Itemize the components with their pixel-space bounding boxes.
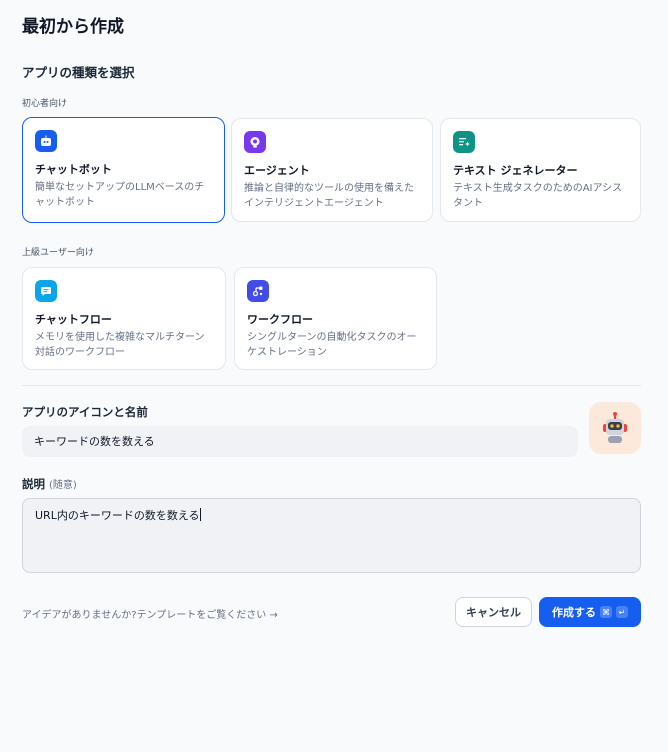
app-type-heading: アプリの種類を選択 [22, 65, 135, 80]
card-description: 簡単なセットアップのLLMベースのチャットボット [35, 182, 205, 208]
card-description: 推論と自律的なツールの使用を備えたインテリジェントエージェント [244, 183, 414, 209]
app-type-card-agent[interactable]: エージェント 推論と自律的なツールの使用を備えたインテリジェントエージェント [231, 118, 433, 222]
beginner-group-label: 初心者向け [22, 99, 68, 109]
card-title: テキスト ジェネレーター [453, 164, 578, 177]
app-name-label: アプリのアイコンと名前 [22, 405, 148, 419]
app-type-card-chatbot[interactable]: チャットボット 簡単なセットアップのLLMベースのチャットボット [22, 117, 225, 223]
cancel-button[interactable]: キャンセル [455, 597, 532, 627]
robot-icon [603, 412, 627, 443]
app-type-card-chatflow[interactable]: チャットフロー メモリを使用した複雑なマルチターン対話のワークフロー [22, 267, 226, 370]
agent-icon [244, 131, 266, 153]
workflow-icon [247, 280, 269, 302]
card-title: チャットフロー [35, 313, 112, 326]
card-description: テキスト生成タスクのためのAIアシスタント [453, 183, 623, 209]
description-label-text: 説明 [22, 477, 45, 491]
card-title: エージェント [244, 164, 310, 177]
create-button-label: 作成する [552, 606, 596, 619]
card-description: メモリを使用した複雑なマルチターン対話のワークフロー [35, 332, 205, 358]
create-button[interactable]: 作成する ⌘ ↵ [539, 597, 641, 627]
card-title: ワークフロー [247, 313, 313, 326]
advanced-group-label: 上級ユーザー向け [22, 248, 94, 258]
app-avatar-picker[interactable] [589, 402, 641, 454]
app-type-card-workflow[interactable]: ワークフロー シングルターンの自動化タスクのオーケストレーション [234, 267, 437, 370]
chatbot-icon [35, 130, 57, 152]
app-name-input[interactable]: キーワードの数を数える [22, 426, 578, 457]
card-title: チャットボット [35, 163, 112, 176]
command-key-icon: ⌘ [600, 606, 612, 618]
description-text: URL内のキーワードの数を数える [35, 509, 200, 522]
text-generator-icon [453, 131, 475, 153]
enter-key-icon: ↵ [616, 606, 628, 618]
browse-templates-link[interactable]: アイデアがありませんか?テンプレートをご覧ください → [22, 606, 278, 621]
description-label: 説明 (随意) [22, 476, 77, 492]
card-description: シングルターンの自動化タスクのオーケストレーション [247, 332, 417, 358]
description-textarea[interactable]: URL内のキーワードの数を数える [22, 498, 641, 573]
text-caret [199, 508, 201, 521]
optional-tag: (随意) [49, 480, 77, 491]
app-type-card-text-generator[interactable]: テキスト ジェネレーター テキスト生成タスクのためのAIアシスタント [440, 118, 641, 222]
page-title: 最初から作成 [22, 17, 124, 37]
section-divider [22, 385, 641, 386]
chatflow-icon [35, 280, 57, 302]
